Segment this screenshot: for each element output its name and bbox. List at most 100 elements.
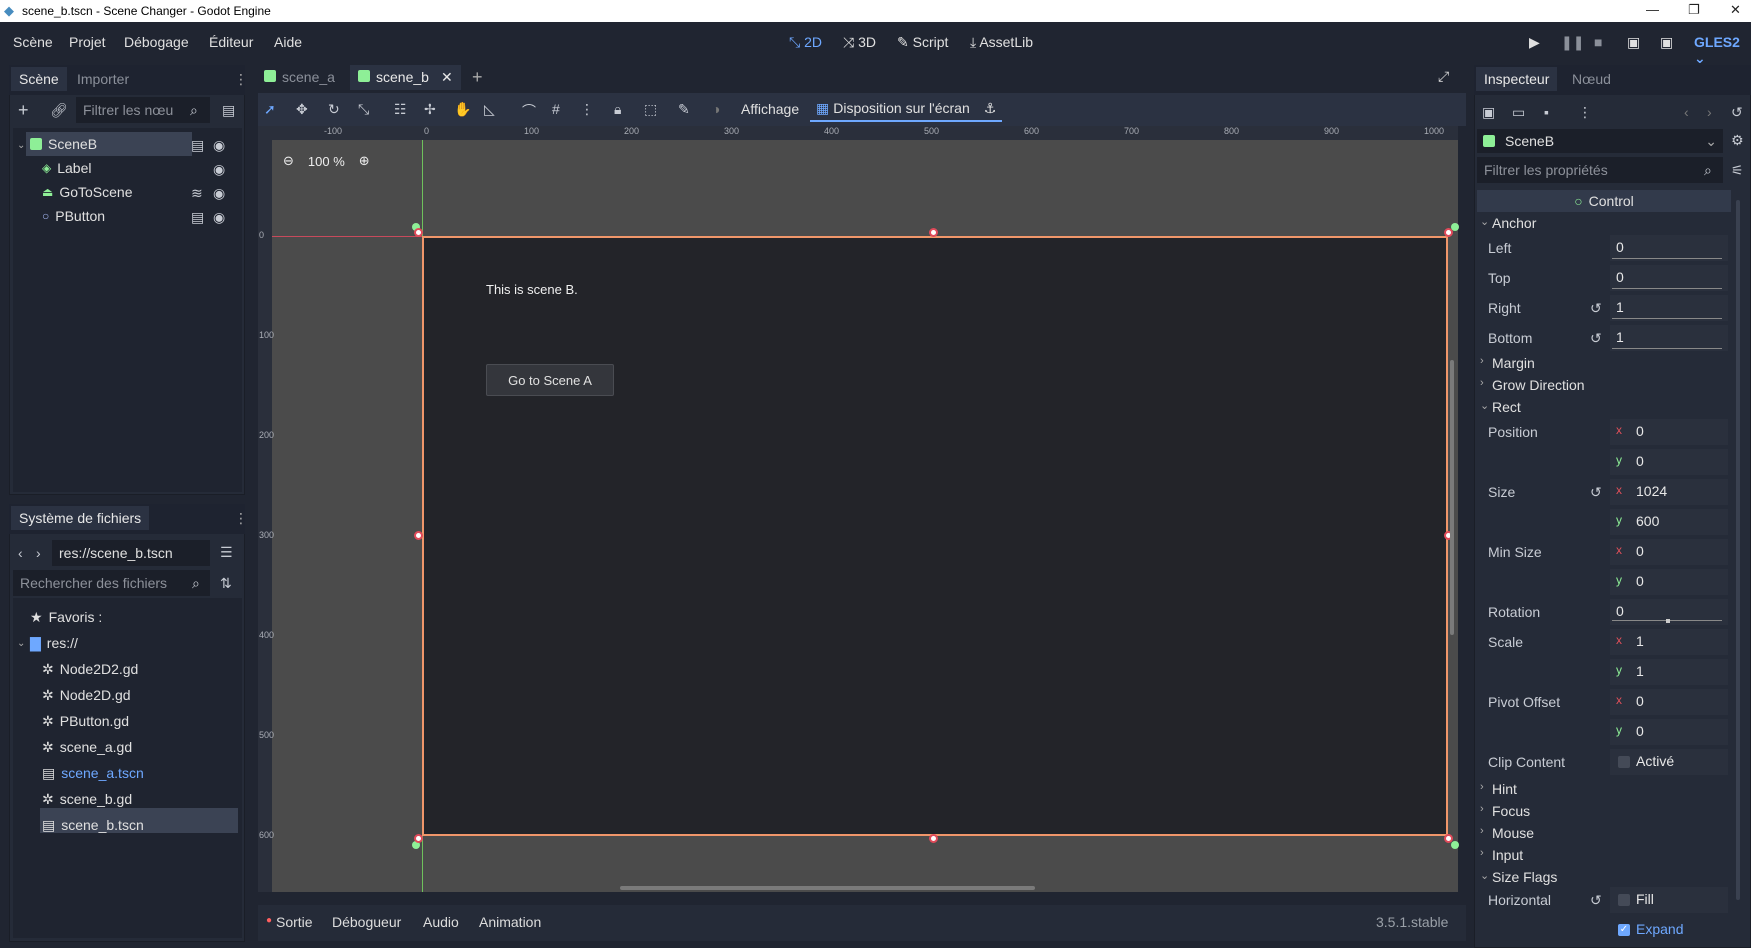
anchor-handle[interactable] <box>1451 841 1459 849</box>
filter-options-icon[interactable]: ⚟ <box>1731 162 1744 179</box>
anchor-right-field[interactable]: 1 <box>1610 295 1728 321</box>
open-icon[interactable]: ▭ <box>1512 104 1525 121</box>
select-tool-icon[interactable]: ➚ <box>264 101 276 118</box>
scale-tool-icon[interactable]: ⤡ <box>358 101 369 118</box>
file-item[interactable]: ✲ Node2D.gd <box>42 684 131 706</box>
section-margin[interactable]: Margin <box>1492 355 1535 371</box>
resize-handle[interactable] <box>414 531 423 540</box>
pan-icon[interactable]: ✋ <box>454 101 471 118</box>
workspace-assetlib[interactable]: ⤓ AssetLib <box>970 34 1033 51</box>
script-icon[interactable]: ▤ <box>191 137 204 154</box>
play-scene-icon[interactable]: ▣ <box>1627 34 1640 51</box>
grid-snap-icon[interactable]: # <box>552 101 560 117</box>
anchor-bottom-field[interactable]: 1 <box>1610 325 1728 351</box>
resize-handle[interactable] <box>414 834 423 843</box>
forward-icon[interactable]: › <box>36 545 41 561</box>
file-item-selected[interactable]: ▤ scene_b.tscn <box>42 814 144 836</box>
object-props-icon[interactable]: ⚙ <box>1731 132 1744 149</box>
ruler-icon[interactable]: ◺ <box>484 101 495 118</box>
revert-icon[interactable]: ↺ <box>1590 892 1602 909</box>
scene-root-rect[interactable] <box>422 236 1448 836</box>
path-field[interactable]: res://scene_b.tscn <box>52 540 210 566</box>
file-item[interactable]: ✲ scene_a.gd <box>42 736 132 758</box>
script-icon[interactable]: ▤ <box>191 209 204 226</box>
scale-x-field[interactable]: x1 <box>1610 629 1728 655</box>
back-icon[interactable]: ‹ <box>18 545 23 561</box>
list-select-icon[interactable]: ☷ <box>394 101 407 118</box>
resize-handle[interactable] <box>929 834 938 843</box>
visibility-icon[interactable]: ◉ <box>213 209 225 226</box>
position-y-field[interactable]: y0 <box>1610 449 1728 475</box>
zoom-out-icon[interactable]: ⊖ <box>283 153 294 169</box>
revert-icon[interactable]: ↺ <box>1590 300 1602 317</box>
more-icon[interactable]: ⋮ <box>580 101 594 118</box>
res-root-item[interactable]: ▇ res:// <box>30 632 78 654</box>
tab-inspecteur[interactable]: Inspecteur <box>1476 67 1558 91</box>
link-icon[interactable]: 🔗︎ <box>50 102 68 119</box>
section-size-flags[interactable]: Size Flags <box>1492 869 1557 885</box>
dock-menu-icon[interactable]: ⋮ <box>234 510 248 527</box>
file-item[interactable]: ✲ PButton.gd <box>42 710 129 732</box>
resize-handle[interactable] <box>1444 834 1453 843</box>
tree-node-gotoscene[interactable]: ⏏ GoToScene <box>42 181 133 203</box>
anchor-left-field[interactable]: 0 <box>1610 235 1728 261</box>
tree-node-sceneb[interactable]: SceneB <box>30 133 97 155</box>
size-y-field[interactable]: y 600 <box>1610 509 1728 535</box>
pivot-icon[interactable]: ✢ <box>424 101 436 118</box>
tab-debogueur[interactable]: Débogueur <box>332 914 401 930</box>
tree-node-pbutton[interactable]: ○ PButton <box>42 205 105 227</box>
more-icon[interactable]: ⋮ <box>1578 104 1592 121</box>
node-selector[interactable]: SceneB ⌄ <box>1477 129 1723 153</box>
file-search-input[interactable]: Rechercher des fichiers <box>13 570 210 596</box>
group-icon[interactable]: ⬚ <box>644 101 657 118</box>
tab-scene-a[interactable]: scene_a <box>264 69 335 85</box>
new-resource-icon[interactable]: ▣ <box>1482 104 1495 121</box>
min-size-y-field[interactable]: y0 <box>1610 569 1728 595</box>
visibility-icon[interactable]: ◉ <box>213 161 225 178</box>
section-anchor[interactable]: Anchor <box>1492 215 1536 231</box>
scale-y-field[interactable]: y1 <box>1610 659 1728 685</box>
file-item[interactable]: ▤ scene_a.tscn <box>42 762 144 784</box>
visibility-icon[interactable]: ◉ <box>213 185 225 202</box>
favorites-item[interactable]: ★ Favoris : <box>30 606 102 628</box>
history-back-icon[interactable]: ‹ <box>1684 104 1689 120</box>
size-x-field[interactable]: x 1024 <box>1610 479 1728 505</box>
anchor-top-field[interactable]: 0 <box>1610 265 1728 291</box>
zoom-level[interactable]: 100 % <box>308 154 345 169</box>
layout-menu[interactable]: ▦ Disposition sur l'écran ⚓ <box>810 96 1003 122</box>
section-grow-direction[interactable]: Grow Direction <box>1492 377 1585 393</box>
pivot-y-field[interactable]: y0 <box>1610 719 1728 745</box>
collapse-arrow-icon[interactable]: ⌄ <box>17 632 25 654</box>
smart-snap-icon[interactable]: ⌒ <box>522 101 536 121</box>
add-node-icon[interactable]: + <box>18 100 29 121</box>
close-tab-icon[interactable]: ✕ <box>441 69 453 85</box>
save-icon[interactable]: ▪ <box>1544 104 1549 120</box>
vertical-scrollbar[interactable] <box>1450 360 1454 635</box>
tab-animation[interactable]: Animation <box>479 914 541 930</box>
add-tab-icon[interactable]: + <box>472 67 483 88</box>
tab-noeud[interactable]: Nœud <box>1572 71 1611 87</box>
rotation-field[interactable]: 0 <box>1610 599 1728 625</box>
revert-icon[interactable]: ↺ <box>1590 330 1602 347</box>
scene-label[interactable]: This is scene B. <box>486 282 578 297</box>
clip-content-checkbox[interactable]: Activé <box>1610 749 1728 775</box>
pivot-x-field[interactable]: x0 <box>1610 689 1728 715</box>
affichage-menu[interactable]: Affichage <box>741 101 799 117</box>
property-filter-input[interactable]: Filtrer les propriétés <box>1477 157 1723 183</box>
pause-icon[interactable]: ❚❚ <box>1561 34 1584 51</box>
section-input[interactable]: Input <box>1492 847 1523 863</box>
signal-icon[interactable]: ≋ <box>191 185 203 202</box>
expand-checkbox[interactable]: ✓ Expand <box>1610 917 1728 943</box>
menu-aide[interactable]: Aide <box>274 34 302 50</box>
move-tool-icon[interactable]: ✥ <box>296 101 308 118</box>
horizontal-scrollbar[interactable] <box>620 886 1035 890</box>
split-view-icon[interactable]: ☰ <box>220 544 233 561</box>
zoom-in-icon[interactable]: ⊕ <box>359 153 370 169</box>
file-item[interactable]: ✲ Node2D2.gd <box>42 658 138 680</box>
menu-editeur[interactable]: Éditeur <box>209 34 253 50</box>
menu-projet[interactable]: Projet <box>69 34 106 50</box>
distraction-free-icon[interactable]: ⤢ <box>1438 68 1449 85</box>
close-icon[interactable]: ✕ <box>1730 2 1741 18</box>
min-size-x-field[interactable]: x0 <box>1610 539 1728 565</box>
collapse-arrow-icon[interactable]: ⌄ <box>17 134 25 156</box>
